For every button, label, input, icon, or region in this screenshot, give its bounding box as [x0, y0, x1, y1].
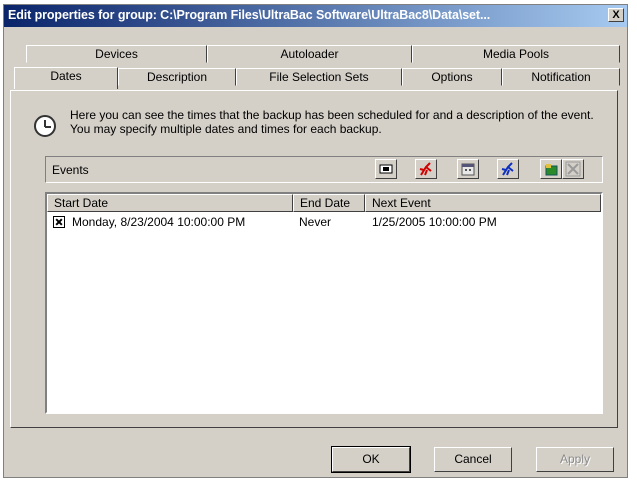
disabled-x-icon[interactable]	[562, 159, 584, 179]
events-label: Events	[52, 163, 89, 177]
delete-red-runner-icon[interactable]	[415, 159, 437, 179]
add-schedule-icon[interactable]	[540, 159, 562, 179]
tab-media-pools[interactable]: Media Pools	[412, 45, 620, 63]
end-date-cell: Never	[299, 215, 332, 229]
properties-icon[interactable]	[375, 159, 397, 179]
column-start-date[interactable]: Start Date	[47, 194, 293, 212]
next-event-cell: 1/25/2005 10:00:00 PM	[372, 215, 497, 229]
tab-notification[interactable]: Notification	[502, 68, 620, 86]
run-blue-runner-icon[interactable]	[497, 159, 519, 179]
title-bar[interactable]: Edit properties for group: C:\Program Fi…	[4, 5, 627, 27]
calendar-icon[interactable]	[457, 159, 479, 179]
events-toolbar: Events	[45, 156, 603, 183]
tab-devices[interactable]: Devices	[26, 45, 207, 63]
column-next-event[interactable]: Next Event	[365, 194, 601, 212]
column-end-date[interactable]: End Date	[293, 194, 365, 212]
table-row[interactable]: Monday, 8/23/2004 10:00:00 PM Never 1/25…	[47, 214, 601, 230]
clock-icon	[34, 115, 56, 137]
cancel-button[interactable]: Cancel	[434, 447, 512, 472]
close-button[interactable]: X	[608, 8, 624, 22]
events-list[interactable]: Start Date End Date Next Event Monday, 8…	[45, 192, 603, 414]
row-checkbox[interactable]	[53, 216, 65, 228]
tab-description[interactable]: Description	[118, 68, 236, 86]
tab-options[interactable]: Options	[402, 68, 502, 86]
tab-dates[interactable]: Dates	[14, 67, 118, 89]
tab-autoloader[interactable]: Autoloader	[207, 45, 412, 63]
tab-file-selection-sets[interactable]: File Selection Sets	[236, 68, 402, 86]
dates-description: Here you can see the times that the back…	[70, 108, 594, 136]
ok-button[interactable]: OK	[331, 446, 411, 473]
window-title: Edit properties for group: C:\Program Fi…	[8, 8, 491, 22]
start-date-cell: Monday, 8/23/2004 10:00:00 PM	[72, 215, 246, 229]
apply-button[interactable]: Apply	[536, 447, 614, 472]
